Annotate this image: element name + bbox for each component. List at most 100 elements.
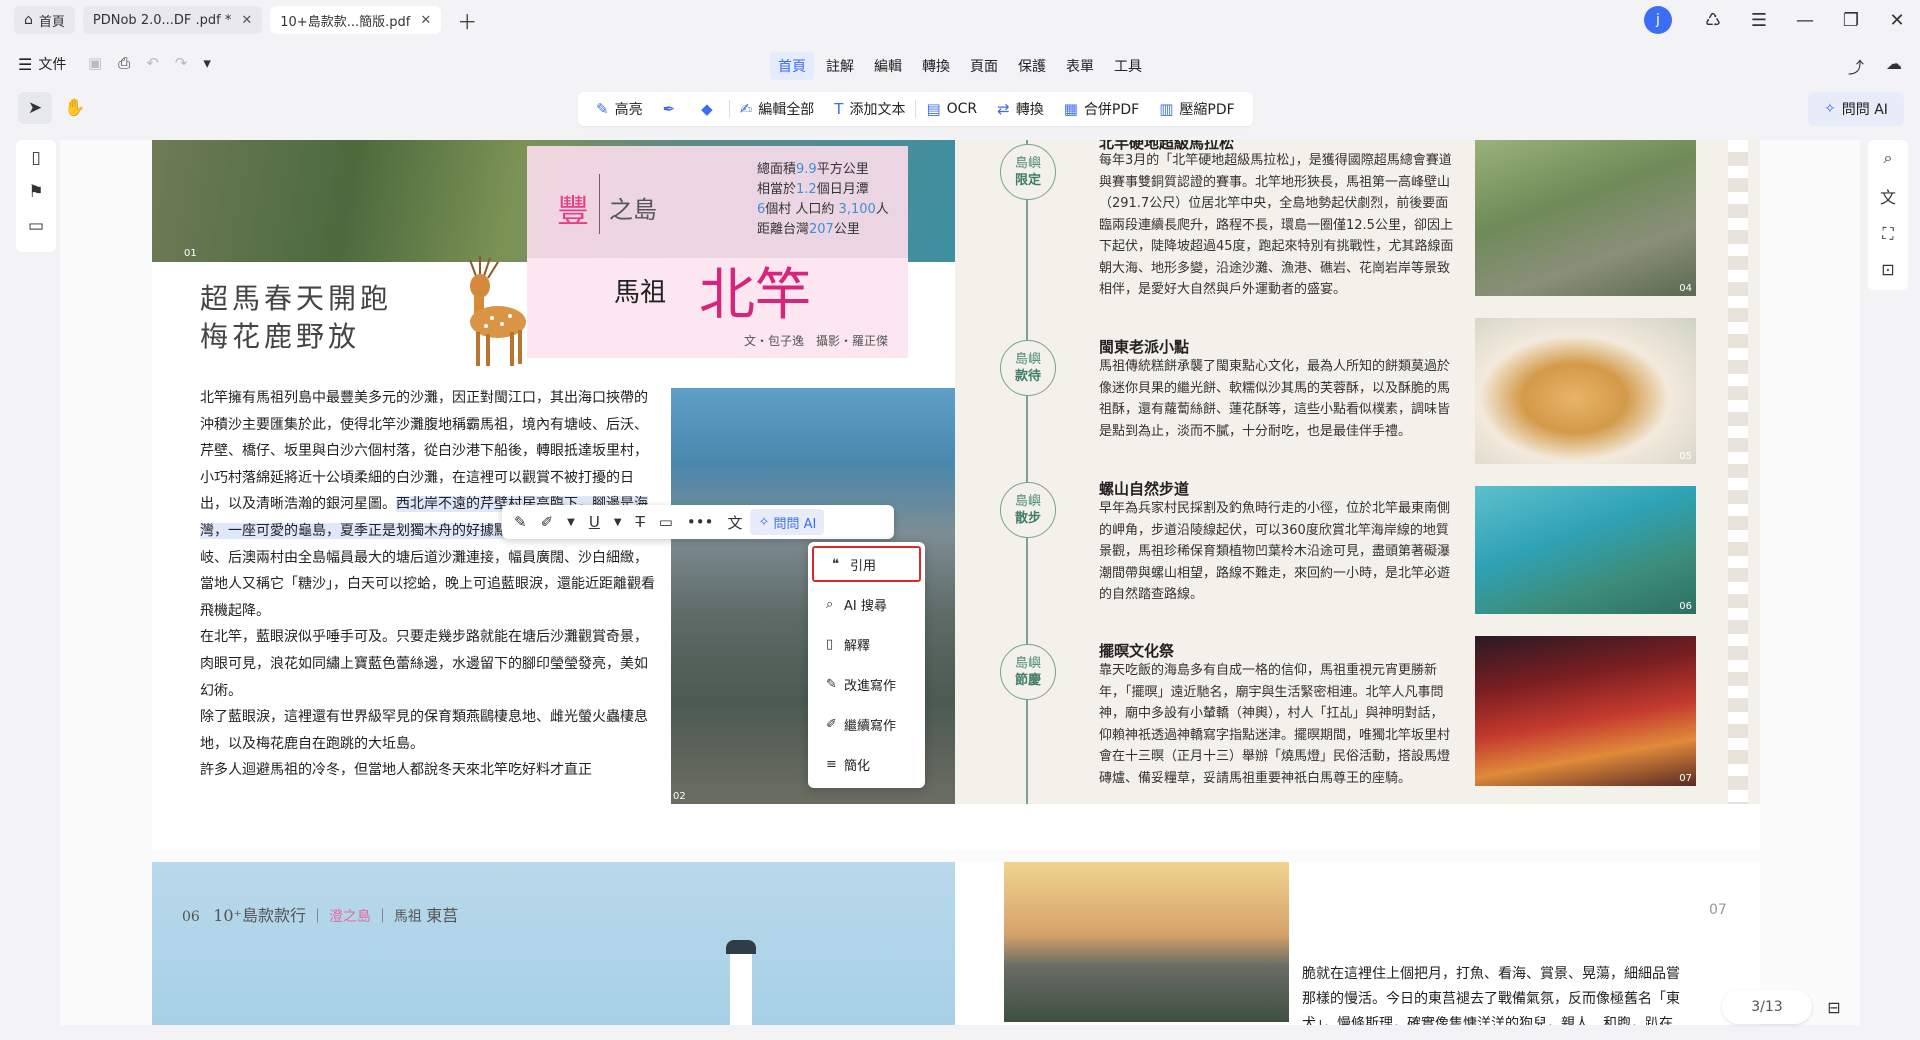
home-toolbar: ✎ 高亮 ✒ ◆ ✍ 編輯全部 T 添加文本 ▤ OCR ⇄ 轉換 ▦ 合併PDF ▥ 壓縮P… [578, 92, 1253, 126]
ai-menu-item-quote[interactable]: ❝ 引用 [812, 546, 921, 582]
continue-icon: ✐ [826, 716, 837, 732]
maximize-button[interactable]: ❐ [1828, 10, 1874, 31]
underline-icon[interactable]: U [583, 513, 606, 531]
ocr-button[interactable]: ▤ OCR [916, 92, 987, 126]
cloud-upload-icon[interactable]: ☁ [1886, 54, 1902, 78]
menu-tools[interactable]: 工具 [1106, 52, 1150, 80]
comment-icon[interactable]: ▭ [653, 513, 679, 531]
bookmark-icon[interactable]: ⚑ [28, 182, 43, 202]
ai-wand-icon: ✧ [1824, 101, 1836, 117]
tab-current-document[interactable]: 10+島款款...簡版.pdf ✕ [270, 6, 442, 34]
menu-convert[interactable]: 轉換 [914, 52, 958, 80]
pointer-tools: ➤ ✋ [18, 92, 92, 124]
quote-icon: ❝ [832, 556, 839, 572]
selected-text[interactable]: 一座可愛的龜島，夏季正是划獨木舟的好據點 [228, 522, 508, 539]
edit-icon: ✍ [739, 100, 753, 118]
close-tab-icon[interactable]: ✕ [241, 13, 252, 28]
ai-menu-item-continue-writing[interactable]: ✐ 繼續寫作 [808, 704, 925, 744]
text-icon: T [834, 100, 844, 118]
edit-text-icon[interactable]: ✎ [508, 513, 533, 531]
select-tool-icon[interactable]: ➤ [18, 92, 52, 124]
menu-home[interactable]: 首頁 [770, 52, 814, 80]
underline-tool-button[interactable]: ✒ [653, 92, 692, 126]
highlight-icon[interactable]: ✐ [535, 513, 560, 531]
chevron-down-icon[interactable]: ▼ [608, 517, 628, 528]
undo-icon[interactable]: ↶ [146, 54, 159, 72]
article-body[interactable]: 北竿擁有馬祖列島中最豐美多元的沙灘，因正對閩江口，其出海口挾帶的沖積沙主要匯集於… [200, 385, 656, 784]
tab-pdnob[interactable]: PDNob 2.0...DF .pdf * ✕ [82, 6, 263, 34]
stat-lake: 相當於1.2個日月潭 [757, 182, 869, 197]
menu-edit[interactable]: 編輯 [866, 52, 910, 80]
photo-number: 01 [184, 248, 197, 259]
file-menu-label: 文件 [38, 57, 67, 73]
photo-number: 02 [673, 791, 686, 802]
edit-all-button[interactable]: ✍ 編輯全部 [730, 92, 825, 126]
highlighter-icon: ✎ [596, 100, 609, 118]
paragraph: 脆就在這裡住上個把月，打魚、看海、賞景、晃蕩，細細品嘗那樣的慢活。今日的東莒褪去… [1302, 966, 1680, 1025]
redo-icon[interactable]: ↷ [175, 54, 188, 72]
quick-access-dropdown-icon[interactable]: ▾ [203, 54, 211, 72]
article-headline: 超馬春天開跑 梅花鹿野放 [200, 280, 392, 356]
pen-icon: ✒ [662, 100, 676, 118]
document-viewport[interactable]: 01 豐 之島 總面積9.9平方公里 相當於1.2個日月潭 6個村 人口約 3,… [60, 140, 1860, 1025]
page-indicator[interactable]: 3/13 [1722, 990, 1812, 1024]
paragraph: 許多人迴避馬祖的冷冬，但當地人都說冬天來北竿吃好料才直正 [200, 762, 592, 779]
thumbnails-icon[interactable]: ▯ [31, 148, 40, 168]
ai-menu-item-simplify[interactable]: ≡ 簡化 [808, 744, 925, 784]
home-icon: ⌂ [24, 12, 33, 28]
ask-ai-button[interactable]: ✧ 問問 AI [1808, 92, 1904, 126]
close-window-button[interactable]: ✕ [1874, 10, 1920, 31]
chevron-down-icon[interactable]: ▼ [561, 517, 581, 528]
menu-protect[interactable]: 保護 [1010, 52, 1054, 80]
coastline-photo: 06 [1475, 486, 1696, 614]
menu-form[interactable]: 表單 [1058, 52, 1102, 80]
strikethrough-icon[interactable]: T [630, 513, 651, 531]
ai-menu-item-improve-writing[interactable]: ✎ 改進寫作 [808, 664, 925, 704]
divider [599, 174, 600, 234]
merge-pdf-button[interactable]: ▦ 合併PDF [1054, 92, 1149, 126]
search-icon[interactable]: ⌕ [1884, 148, 1893, 168]
highlight-button[interactable]: ✎ 高亮 [586, 92, 653, 126]
screenshot-icon[interactable]: ⛶ [1882, 224, 1893, 244]
file-menu-button[interactable]: ☰ 文件 [18, 54, 66, 74]
section-body: 早年為兵家村民採割及釣魚時行走的小徑，位於北竿最東南側的岬角，步道沿陵線起伏，可… [1099, 501, 1451, 602]
share-icon[interactable]: ⤴ [1848, 54, 1864, 78]
section-title: 螺山自然步道 [1099, 480, 1190, 498]
menu-annotate[interactable]: 註解 [818, 52, 862, 80]
convert-button[interactable]: ⇄ 轉換 [987, 92, 1054, 126]
save-icon[interactable]: ▣ [88, 54, 102, 72]
fit-page-icon[interactable]: ⊟ [1816, 990, 1852, 1024]
translate-icon[interactable]: 文 [721, 512, 748, 533]
print-icon[interactable]: ⎙ [118, 54, 130, 72]
tab-bar: ⌂ 首頁 PDNob 2.0...DF .pdf * ✕ 10+島款款...簡版… [0, 0, 1920, 40]
stat-population: 6個村 人口約 3,100人 [757, 202, 889, 217]
lighthouse-shape [726, 940, 756, 1025]
close-tab-icon[interactable]: ✕ [420, 13, 431, 28]
marathon-photo: 04 [1475, 140, 1696, 296]
minimize-button[interactable]: — [1782, 10, 1828, 31]
ocr-icon: ▤ [926, 100, 941, 118]
ai-menu-item-search[interactable]: ⌕ AI 搜尋 [808, 584, 925, 624]
add-text-button[interactable]: T 添加文本 [824, 92, 915, 126]
translate-icon[interactable]: 文 [1880, 184, 1896, 208]
ocr-label: OCR [946, 101, 978, 117]
avatar[interactable]: j [1644, 6, 1672, 34]
new-tab-button[interactable]: ＋ [457, 6, 477, 35]
compress-pdf-button[interactable]: ▥ 壓縮PDF [1149, 92, 1244, 126]
hand-tool-icon[interactable]: ✋ [58, 92, 92, 124]
ai-menu-item-explain[interactable]: ▯ 解釋 [808, 624, 925, 664]
hamburger-menu-icon[interactable]: ☰ [1736, 10, 1782, 31]
comment-icon[interactable]: ▭ [28, 216, 44, 236]
sunset-photo [1004, 862, 1289, 1022]
compress-icon: ▥ [1159, 100, 1174, 118]
scan-icon[interactable]: ⊡ [1881, 260, 1894, 279]
eraser-tool-button[interactable]: ◆ [691, 92, 729, 126]
menu-page[interactable]: 頁面 [962, 52, 1006, 80]
selection-ask-ai-button[interactable]: ✧ 問問 AI [750, 509, 825, 535]
region-name: 馬祖 [614, 278, 667, 308]
tab-label: PDNob 2.0...DF .pdf * [92, 12, 232, 28]
pencil-icon: ✎ [826, 676, 837, 692]
more-icon[interactable]: ••• [681, 513, 720, 531]
support-icon[interactable]: ♺ [1690, 10, 1736, 31]
tab-home[interactable]: ⌂ 首頁 [14, 6, 75, 34]
